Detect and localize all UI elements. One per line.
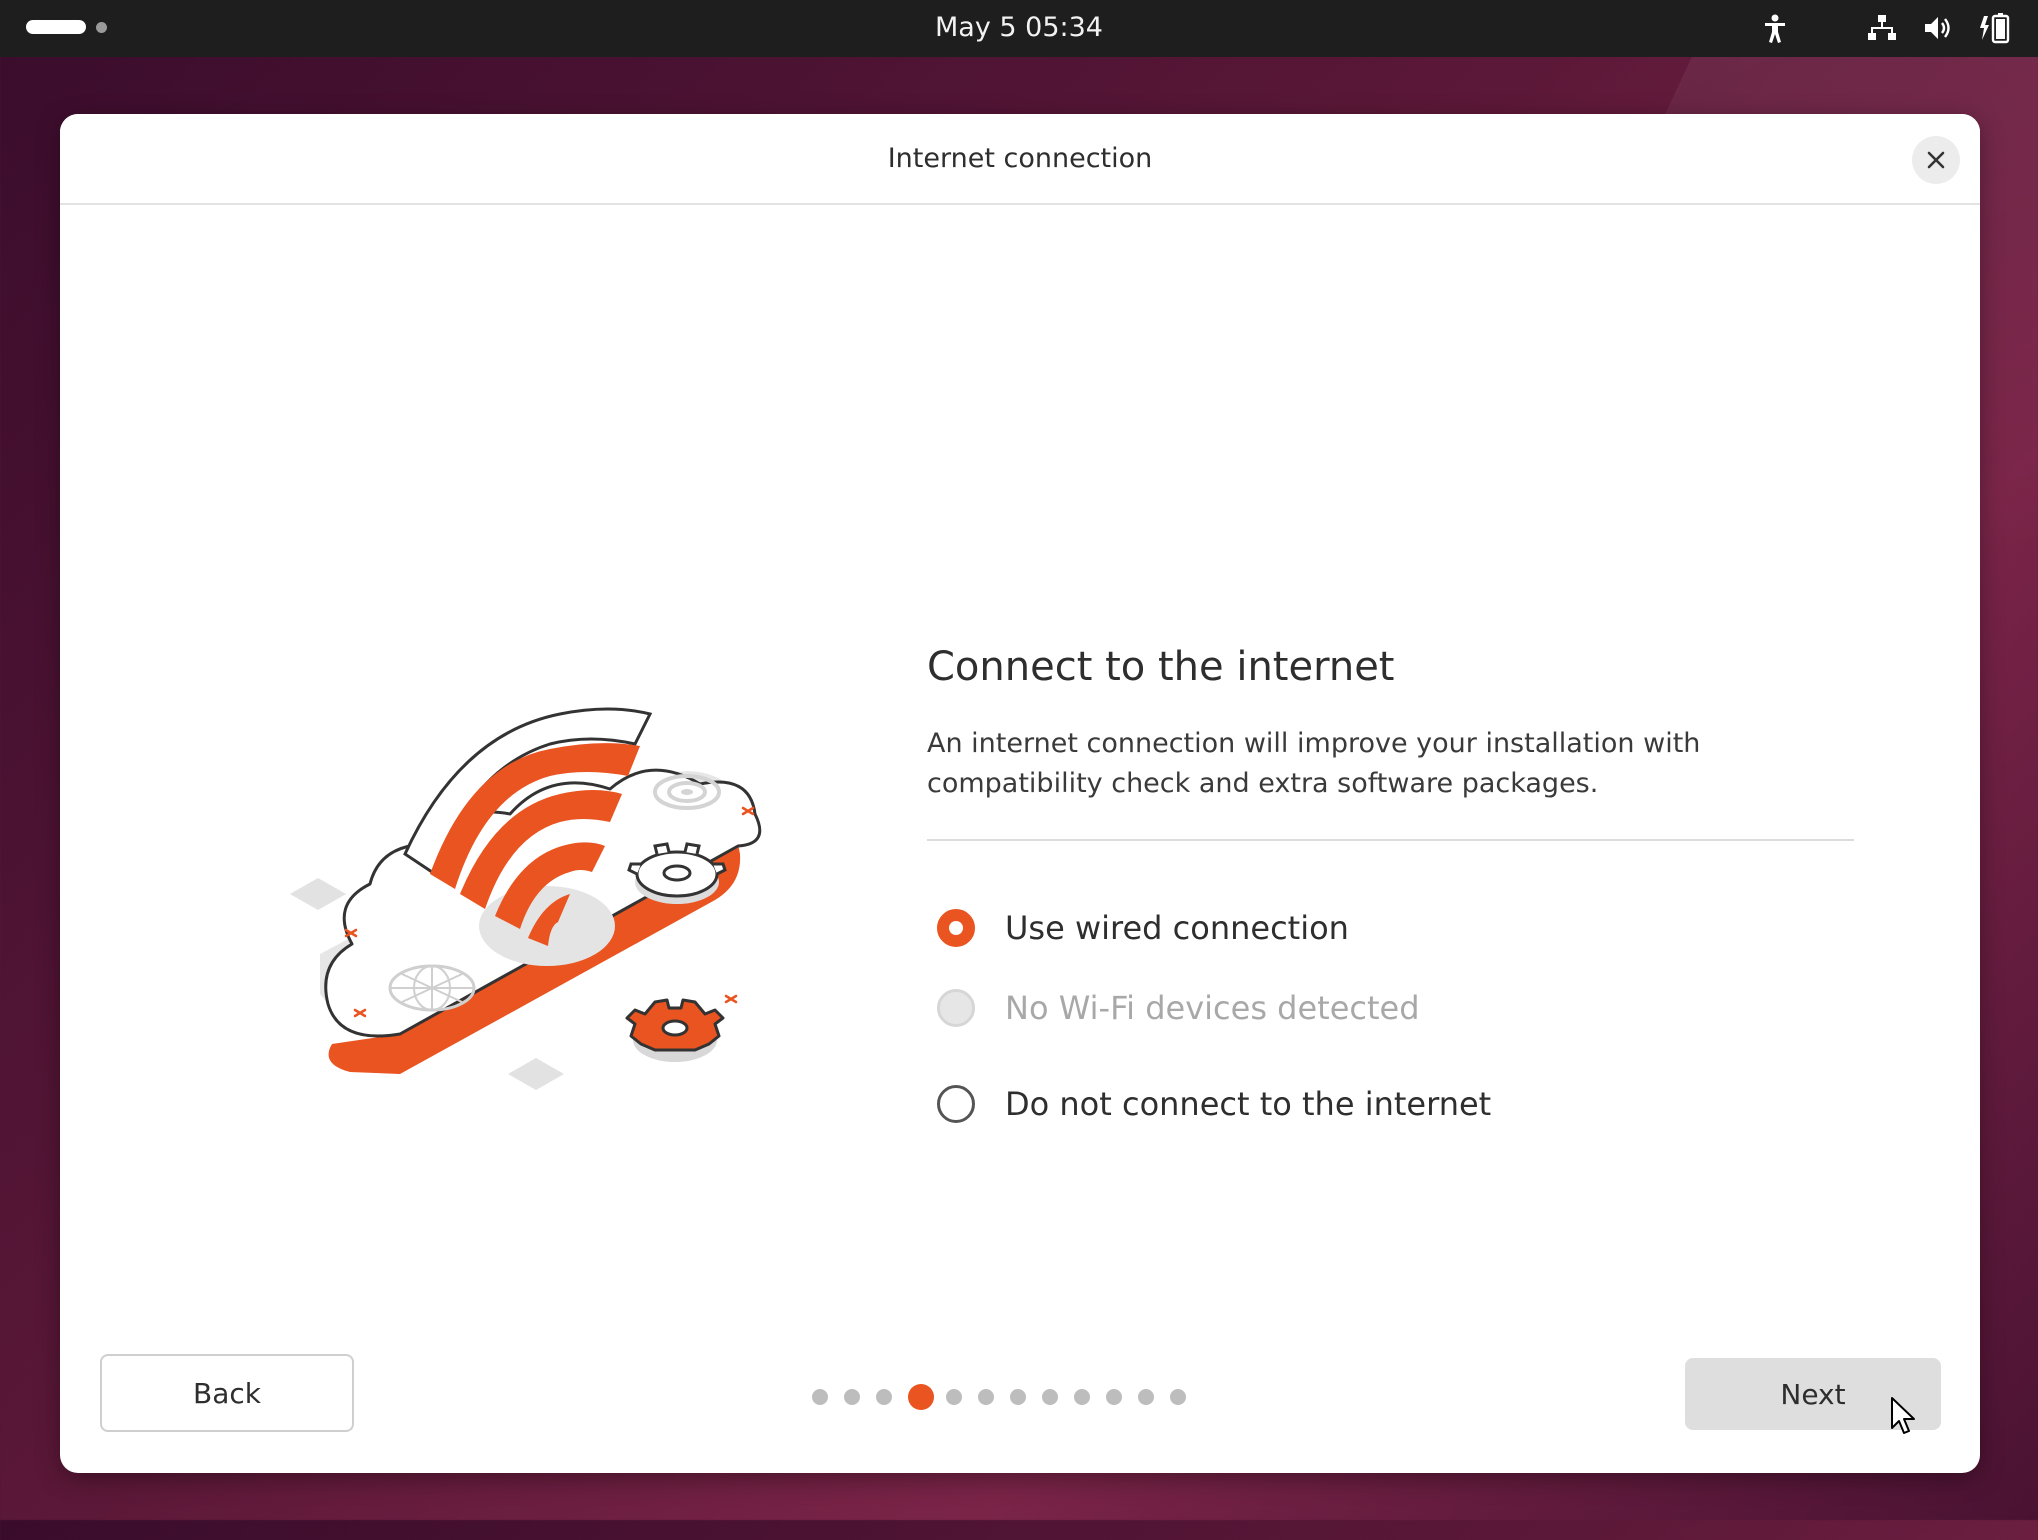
step-dot [1170, 1389, 1186, 1405]
step-dot [1010, 1389, 1026, 1405]
divider [927, 839, 1854, 841]
accessibility-icon[interactable] [1762, 12, 1788, 44]
close-button[interactable] [1912, 136, 1960, 184]
step-dot [812, 1389, 828, 1405]
mouse-pointer-icon [1891, 1397, 1915, 1434]
step-dot [876, 1389, 892, 1405]
step-dot [1042, 1389, 1058, 1405]
clock[interactable]: May 5 05:34 [0, 8, 2038, 48]
step-dot [844, 1389, 860, 1405]
volume-icon[interactable] [1922, 12, 1954, 44]
back-button[interactable]: Back [100, 1354, 354, 1432]
page-description: An internet connection will improve your… [927, 728, 1701, 799]
step-dot [978, 1389, 994, 1405]
dialog-title: Internet connection [887, 143, 1153, 174]
option-label: Do not connect to the internet [1005, 1085, 1492, 1123]
page-heading: Connect to the internet [927, 644, 1395, 690]
option-wifi: No Wi-Fi devices detected [937, 983, 1420, 1033]
option-label: Use wired connection [1005, 909, 1349, 947]
option-no-internet[interactable]: Do not connect to the internet [937, 1079, 1491, 1129]
radio-button[interactable] [937, 1085, 975, 1123]
step-dot [1138, 1389, 1154, 1405]
option-label: No Wi-Fi devices detected [1005, 989, 1420, 1027]
dialog-header: Internet connection [60, 114, 1980, 205]
network-wired-icon[interactable] [1866, 12, 1898, 44]
step-dot-current [908, 1384, 934, 1410]
option-wired-connection[interactable]: Use wired connection [937, 903, 1349, 953]
radio-button-selected[interactable] [937, 909, 975, 947]
installer-dialog: Internet connection Connect to the inter… [60, 114, 1980, 1473]
close-icon [1927, 151, 1945, 169]
internet-illustration-icon [290, 707, 762, 1090]
step-dot [1106, 1389, 1122, 1405]
step-dot [946, 1389, 962, 1405]
battery-icon[interactable] [1978, 12, 2012, 44]
step-dot [1074, 1389, 1090, 1405]
top-bar: May 5 05:34 [0, 0, 2038, 57]
radio-button-disabled [937, 989, 975, 1027]
